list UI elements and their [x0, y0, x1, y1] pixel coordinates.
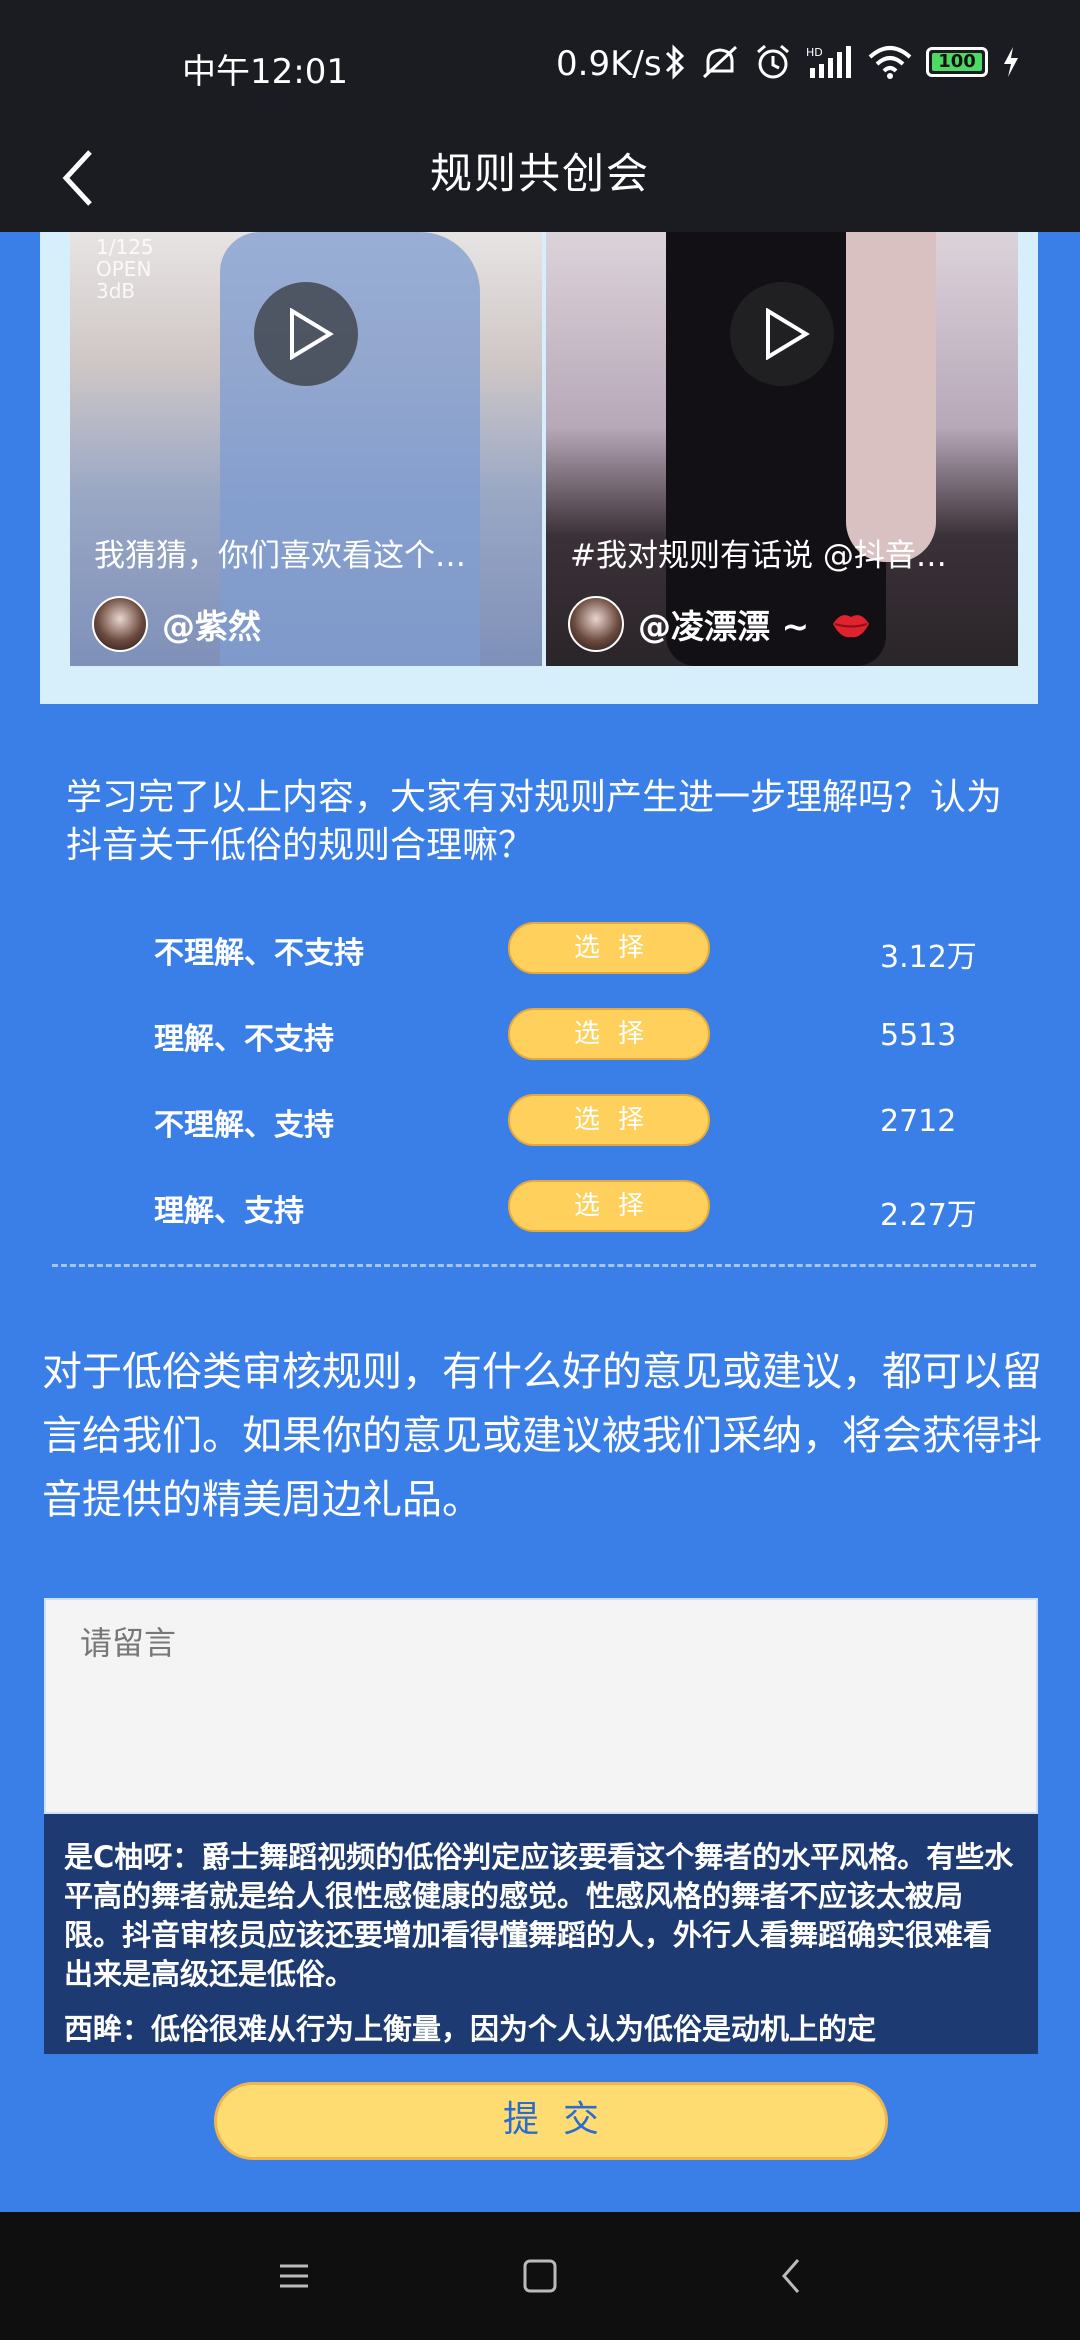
menu-button[interactable] [266, 2248, 322, 2304]
divider [52, 1264, 1036, 1267]
poll-option-label: 不理解、不支持 [154, 936, 364, 971]
select-button[interactable]: 选择 [508, 1180, 710, 1232]
lips-icon [833, 615, 870, 638]
battery-icon: 100 [926, 47, 988, 77]
video-panel: 1/125 OPEN 3dB 我猜猜，你们喜欢看这个… @紫然 #我对规则有话说… [40, 232, 1038, 704]
play-icon [766, 308, 810, 360]
back-triangle-icon [782, 2259, 800, 2293]
page-title: 规则共创会 [429, 149, 650, 198]
message-input[interactable] [46, 1600, 1036, 1812]
poll-option-label: 不理解、支持 [154, 1108, 334, 1143]
battery-level: 100 [938, 51, 976, 72]
home-square-icon [523, 2259, 557, 2293]
select-button[interactable]: 选择 [508, 922, 710, 974]
play-icon [290, 308, 334, 360]
wifi-icon [868, 46, 912, 79]
author-name: @凌漂漂 ~ [638, 607, 810, 646]
message-box [44, 1598, 1038, 1814]
status-icons: HD 100 [664, 40, 1020, 84]
author-name: @紫然 [162, 607, 261, 646]
poll-option: 不理解、支持 选择 2712 [0, 1094, 1080, 1150]
poll-option: 理解、支持 选择 2.27万 [0, 1180, 1080, 1236]
svg-text:HD: HD [806, 46, 823, 59]
poll-option-count: 5513 [880, 1018, 957, 1053]
poll-option: 不理解、不支持 选择 3.12万 [0, 922, 1080, 978]
poll-option: 理解、不支持 选择 5513 [0, 1008, 1080, 1064]
video-author[interactable]: @紫然 [92, 594, 261, 654]
video-card-2[interactable]: #我对规则有话说 @抖音… @凌漂漂 ~ [546, 232, 1018, 666]
status-bar: 中午12:01 0.9K/s HD 100 [0, 0, 1080, 132]
network-speed: 0.9K/s [556, 44, 662, 84]
camera-overlay-text: 1/125 OPEN 3dB [96, 235, 154, 303]
poll-option-label: 理解、不支持 [154, 1022, 334, 1057]
poll-option-count: 3.12万 [880, 940, 977, 975]
avatar [92, 596, 148, 652]
bluetooth-icon [665, 44, 685, 80]
hd-signal-icon: HD [806, 46, 851, 78]
poll-question: 学习完了以上内容，大家有对规则产生进一步理解吗？认为抖音关于低俗的规则合理嘛？ [66, 777, 1003, 866]
mute-icon [702, 45, 738, 79]
title-bar: 规则共创会 [0, 120, 1080, 232]
play-button-1[interactable] [254, 282, 358, 386]
video-thumbnail-2-detail [846, 232, 936, 562]
submit-button[interactable]: 提交 [214, 2082, 888, 2160]
home-button[interactable] [512, 2248, 568, 2304]
poll-option-label: 理解、支持 [154, 1194, 304, 1229]
system-nav-bar [0, 2212, 1080, 2340]
comment-item: 是C柚呀：爵士舞蹈视频的低俗判定应该要看这个舞者的水平风格。有些水平高的舞者就是… [64, 1840, 1014, 1991]
comment-list[interactable]: 是C柚呀：爵士舞蹈视频的低俗判定应该要看这个舞者的水平风格。有些水平高的舞者就是… [44, 1814, 1038, 2054]
avatar [568, 596, 624, 652]
poll-option-count: 2.27万 [880, 1198, 977, 1233]
system-back-button[interactable] [764, 2248, 820, 2304]
video-caption: 我猜猜，你们喜欢看这个… [94, 538, 466, 574]
charging-icon [1004, 47, 1018, 77]
menu-icon [280, 2264, 308, 2288]
select-button[interactable]: 选择 [508, 1094, 710, 1146]
video-author[interactable]: @凌漂漂 ~ [568, 594, 871, 654]
play-button-2[interactable] [730, 282, 834, 386]
poll-option-count: 2712 [880, 1104, 957, 1139]
video-card-1[interactable]: 1/125 OPEN 3dB 我猜猜，你们喜欢看这个… @紫然 [70, 232, 542, 666]
alarm-icon [757, 44, 789, 79]
select-button[interactable]: 选择 [508, 1008, 710, 1060]
comment-item: 西眸：低俗很难从行为上衡量，因为个人认为低俗是动机上的定 [64, 2012, 877, 2046]
feedback-prompt: 对于低俗类审核规则，有什么好的意见或建议，都可以留言给我们。如果你的意见或建议被… [42, 1349, 1042, 1523]
video-caption: #我对规则有话说 @抖音… [570, 538, 947, 574]
status-time: 中午12:01 [182, 52, 348, 92]
